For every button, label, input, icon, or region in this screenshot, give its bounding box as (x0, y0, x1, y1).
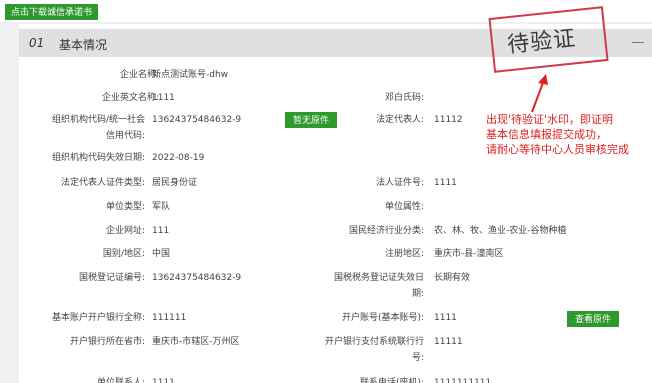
company-name-value: 新点测试账号-dhw (152, 70, 229, 80)
unit-type-label: 单位类型: (105, 202, 145, 212)
legal-id-no-value: 1111 (434, 178, 457, 188)
contact-value: 1111 (152, 378, 175, 383)
country-label: 国别/地区: (102, 249, 145, 259)
legal-id-no-label: 法人证件号: (375, 178, 424, 188)
tax-reg-label: 国税登记证编号: (78, 273, 145, 283)
annotation-arrow-icon (531, 74, 548, 113)
stamp-text: 待验证 (506, 26, 578, 59)
country-value: 中国 (152, 249, 171, 259)
annotation-line: 出现'待验证'水印，即证明 (486, 113, 614, 126)
contact-phone-value: 1111111111 (434, 378, 492, 383)
collapse-icon[interactable] (632, 42, 644, 43)
org-code-label-line2: 信用代码: (105, 131, 145, 141)
bank-line-no-label-line1: 开户银行支付系统联行行 (324, 337, 424, 347)
section-title: 基本情况 (59, 38, 108, 52)
bank-city-value: 重庆市-市辖区-万州区 (152, 337, 240, 347)
deng-bai-shi-label: 邓白氏码: (384, 93, 424, 103)
org-code-expiry-label: 组织机构代码失效日期: (51, 153, 145, 163)
section-number: 01 (29, 36, 45, 50)
tax-expiry-label-line2: 期: (411, 289, 424, 299)
company-name-label: 企业名称: (119, 70, 159, 80)
legal-rep-id-type-label: 法定代表人证件类型: (60, 178, 145, 188)
basic-bank-value: 111111 (152, 313, 187, 323)
bank-city-label: 开户银行所在省市: (69, 337, 145, 347)
industry-value: 农、林、牧、渔业-农业-谷物种植 (434, 226, 567, 236)
org-code-value: 13624375484632-9 (152, 115, 242, 125)
unit-type-value: 军队 (152, 202, 171, 212)
unit-attr-label: 单位属性: (384, 202, 424, 212)
view-original-button[interactable]: 查看原件 (567, 311, 620, 327)
website-value: 111 (152, 226, 170, 236)
org-code-expiry-value: 2022-08-19 (152, 153, 205, 163)
account-no-value: 1111 (434, 313, 457, 323)
annotation-note: 出现'待验证'水印，即证明 基本信息填报提交成功， 请耐心等待中心人员审核完成 (486, 112, 651, 157)
org-code-label-line1: 组织机构代码/统一社会 (51, 115, 145, 125)
account-no-label: 开户账号(基本账号): (341, 313, 424, 323)
tax-expiry-value: 长期有效 (434, 273, 471, 283)
contact-label: 单位联系人: (96, 378, 145, 383)
bank-line-no-value: 11111 (434, 337, 463, 347)
annotation-line: 请耐心等待中心人员审核完成 (486, 143, 629, 156)
reg-area-value: 重庆市-县-潼南区 (434, 249, 504, 259)
bank-line-no-label-line2: 号: (411, 353, 424, 363)
legal-rep-label: 法定代表人: (375, 115, 424, 125)
company-en-name-value: 1111 (152, 93, 175, 103)
tax-expiry-label-line1: 国税税务登记证失效日 (333, 273, 424, 283)
basic-bank-label: 基本账户开户银行全称: (51, 313, 145, 323)
annotation-line: 基本信息填报提交成功， (486, 128, 607, 141)
contact-phone-label: 联系电话(座机): (359, 378, 424, 383)
legal-rep-value: 11112 (434, 115, 463, 125)
website-label: 企业网址: (105, 226, 145, 236)
tax-reg-value: 13624375484632-9 (152, 273, 242, 283)
company-en-name-label: 企业英文名称: (101, 93, 159, 103)
download-commitment-button[interactable]: 点击下载诚信承诺书 (5, 4, 99, 20)
legal-rep-id-type-value: 居民身份证 (152, 178, 198, 188)
industry-label: 国民经济行业分类: (348, 226, 424, 236)
reg-area-label: 注册地区: (384, 249, 424, 259)
